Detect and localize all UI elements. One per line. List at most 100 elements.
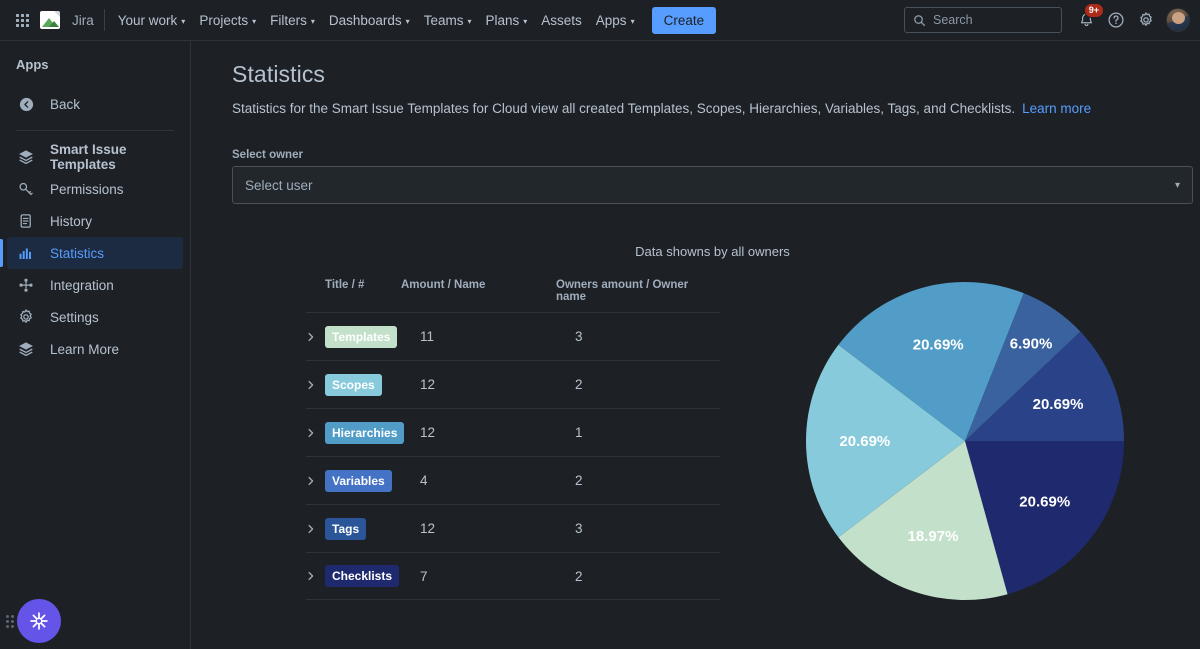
app-switcher-button[interactable] bbox=[8, 6, 36, 34]
nav-item-projects[interactable]: Projects ▾ bbox=[192, 7, 263, 34]
page-body: Apps Back Smart Issue Templates Permissi… bbox=[0, 41, 1200, 649]
expand-row-button[interactable] bbox=[306, 571, 325, 581]
sidebar-divider bbox=[16, 130, 174, 131]
drag-dots-icon[interactable] bbox=[6, 614, 14, 628]
help-circle-icon bbox=[1108, 12, 1124, 28]
gear-icon bbox=[16, 307, 36, 327]
sidebar-item-label: Settings bbox=[50, 309, 99, 325]
chevron-right-icon bbox=[308, 476, 314, 485]
table-row[interactable]: Checklists 7 2 bbox=[306, 552, 720, 600]
sidebar-item-label: Integration bbox=[50, 277, 114, 293]
pie-slice-percent-label: 20.69% bbox=[839, 433, 890, 450]
expand-row-button[interactable] bbox=[306, 428, 325, 438]
column-header-owners: Owners amount / Owner name bbox=[556, 279, 689, 303]
sidebar-item-label: Learn More bbox=[50, 341, 120, 357]
sidebar-item-statistics[interactable]: Statistics bbox=[0, 237, 183, 269]
expand-row-button[interactable] bbox=[306, 524, 325, 534]
nav-item-assets[interactable]: Assets bbox=[534, 7, 589, 34]
row-owners-cell: 1 bbox=[575, 425, 583, 440]
select-owner-dropdown[interactable]: Select user ▾ bbox=[232, 166, 1193, 204]
expand-row-button[interactable] bbox=[306, 476, 325, 486]
expand-row-button[interactable] bbox=[306, 332, 325, 342]
row-amount-cell: 12 bbox=[420, 377, 436, 392]
chevron-down-icon: ▾ bbox=[630, 16, 635, 26]
expand-row-button[interactable] bbox=[306, 380, 325, 390]
table-row[interactable]: Templates 11 3 bbox=[306, 312, 720, 360]
help-button[interactable] bbox=[1102, 6, 1130, 34]
nav-right-group: Search 9+ bbox=[904, 3, 1190, 34]
row-title-cell: Scopes bbox=[325, 373, 420, 396]
nav-item-apps[interactable]: Apps ▾ bbox=[589, 7, 642, 34]
table-header-row: Title / # Amount / Name Owners amount / … bbox=[306, 279, 720, 312]
sidebar-item-settings[interactable]: Settings bbox=[7, 301, 183, 333]
avatar[interactable] bbox=[1166, 8, 1190, 32]
table-row[interactable]: Scopes 12 2 bbox=[306, 360, 720, 408]
page-title: Statistics bbox=[232, 61, 326, 87]
page-description-text: Statistics for the Smart Issue Templates… bbox=[232, 101, 1016, 116]
row-title-cell: Variables bbox=[325, 469, 420, 492]
gear-icon bbox=[1140, 12, 1152, 26]
status-badge: Variables bbox=[325, 469, 392, 492]
sidebar-item-permissions[interactable]: Permissions bbox=[7, 173, 183, 205]
top-navigation-bar: Jira Your work ▾ Projects ▾ Filters ▾ Da… bbox=[0, 0, 1200, 41]
nav-label: Projects bbox=[199, 12, 249, 28]
chevron-right-icon bbox=[308, 524, 314, 533]
row-title-cell: Tags bbox=[325, 517, 420, 540]
key-icon bbox=[16, 179, 36, 199]
nav-item-your-work[interactable]: Your work ▾ bbox=[111, 7, 193, 34]
layers-icon bbox=[16, 339, 36, 359]
search-input[interactable]: Search bbox=[904, 7, 1062, 33]
nav-divider bbox=[103, 9, 105, 31]
table-row[interactable]: Variables 4 2 bbox=[306, 456, 720, 504]
settings-button[interactable] bbox=[1132, 6, 1160, 34]
nav-label: Plans bbox=[485, 12, 520, 28]
nav-left-group: Jira Your work ▾ Projects ▾ Filters ▾ Da… bbox=[8, 6, 717, 34]
pie-chart-svg[interactable]: 20.69% 18.97% 20.69% 20.69% 6.90% 20.69% bbox=[803, 279, 1127, 603]
notification-badge: 9+ bbox=[1083, 3, 1104, 18]
sidebar-item-smart-issue-templates[interactable]: Smart Issue Templates bbox=[7, 141, 183, 173]
learn-more-link[interactable]: Learn more bbox=[1022, 101, 1091, 116]
sidebar-item-integration[interactable]: Integration bbox=[7, 269, 183, 301]
nav-item-plans[interactable]: Plans ▾ bbox=[478, 7, 534, 34]
app-widget-floater[interactable] bbox=[6, 599, 61, 643]
create-button[interactable]: Create bbox=[651, 6, 717, 34]
select-owner-placeholder: Select user bbox=[245, 177, 313, 193]
nav-label: Your work bbox=[117, 12, 178, 28]
nav-item-filters[interactable]: Filters ▾ bbox=[263, 7, 322, 34]
sidebar-item-history[interactable]: History bbox=[7, 205, 183, 237]
nav-item-teams[interactable]: Teams ▾ bbox=[417, 7, 479, 34]
pie-slice-percent-label: 20.69% bbox=[913, 336, 964, 353]
status-badge: Scopes bbox=[325, 373, 382, 396]
nav-item-dashboards[interactable]: Dashboards ▾ bbox=[322, 7, 417, 34]
integration-nodes-icon bbox=[16, 275, 36, 295]
chevron-down-icon: ▾ bbox=[405, 16, 410, 26]
pie-slice-percent-label: 20.69% bbox=[1019, 494, 1070, 511]
row-title-cell: Templates bbox=[325, 325, 420, 348]
column-header-amount: Amount / Name bbox=[401, 279, 486, 291]
nav-label: Dashboards bbox=[328, 12, 402, 28]
chevron-right-icon bbox=[308, 332, 314, 341]
notifications-button[interactable]: 9+ bbox=[1072, 3, 1104, 34]
chevron-down-icon: ▾ bbox=[467, 16, 472, 26]
history-clipboard-icon bbox=[16, 211, 36, 231]
table-row[interactable]: Hierarchies 12 1 bbox=[306, 408, 720, 456]
chevron-down-icon: ▾ bbox=[310, 16, 315, 26]
chevron-down-icon: ▾ bbox=[252, 16, 257, 26]
sidebar-item-learn-more[interactable]: Learn More bbox=[7, 333, 183, 365]
nav-label: Apps bbox=[595, 12, 627, 28]
chevron-down-icon: ▾ bbox=[523, 16, 528, 26]
row-title-cell: Hierarchies bbox=[325, 421, 420, 444]
status-badge: Tags bbox=[325, 517, 367, 540]
table-row[interactable]: Tags 12 3 bbox=[306, 504, 720, 552]
row-owners-cell: 3 bbox=[575, 329, 583, 344]
row-owners-cell: 2 bbox=[575, 473, 583, 488]
select-owner-label: Select owner bbox=[232, 149, 303, 161]
assistant-fab-button[interactable] bbox=[17, 599, 61, 643]
grid-apps-icon bbox=[15, 13, 29, 27]
sidebar-item-back[interactable]: Back bbox=[7, 88, 183, 120]
data-owners-note: Data showns by all owners bbox=[635, 244, 790, 259]
product-name-jira[interactable]: Jira bbox=[72, 13, 94, 28]
layers-icon bbox=[16, 147, 36, 167]
page-description: Statistics for the Smart Issue Templates… bbox=[232, 101, 1200, 116]
jira-logo-broken-image-icon[interactable] bbox=[40, 11, 60, 29]
